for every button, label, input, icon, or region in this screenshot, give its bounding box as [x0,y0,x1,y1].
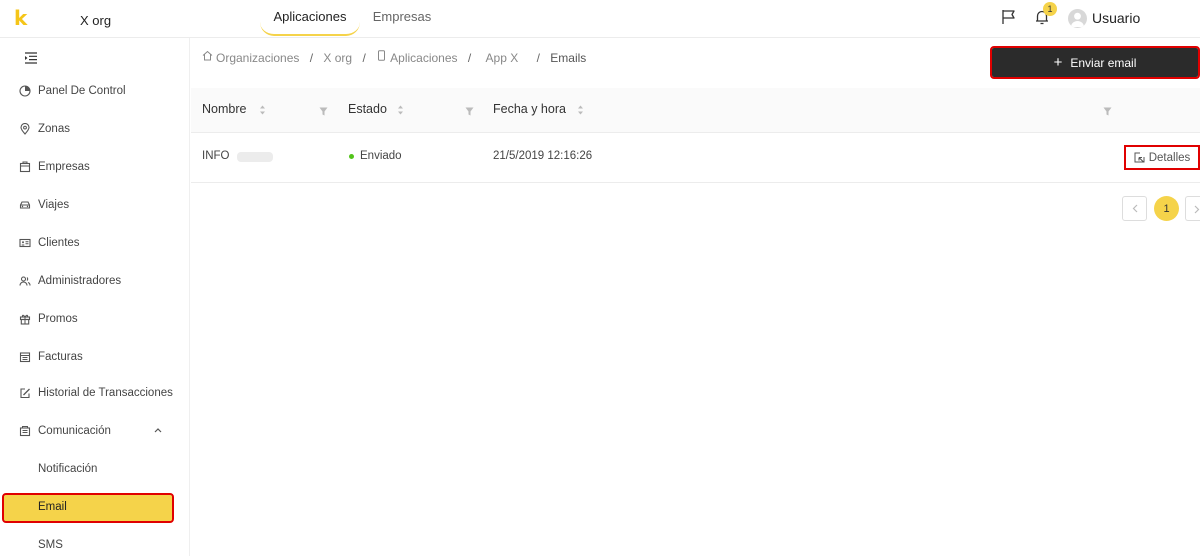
column-header-fecha-y-hora[interactable]: Fecha y hora [493,102,566,116]
breadcrumb: Organizaciones / X org / Aplicaciones / … [202,50,586,65]
sidebar-subitem-email[interactable]: Email [2,493,174,523]
send-email-button[interactable]: + Enviar email [990,46,1200,79]
sidebar-item-label: Historial de Transacciones [38,387,173,399]
sidebar-item-label: Clientes [38,237,80,249]
sort-icon[interactable] [259,104,266,116]
sidebar-subitem-label: Notificación [38,463,98,475]
breadcrumb-separator: / [362,50,366,65]
breadcrumb-item-emails: Emails [550,50,587,65]
sidebar-item-zonas[interactable]: Zonas [0,118,190,142]
status-dot [349,154,354,159]
filter-icon[interactable] [465,107,474,116]
sidebar-item-label: Zonas [38,123,70,135]
sidebar-subitem-sms[interactable]: SMS [0,534,190,556]
breadcrumb-item-organizaciones[interactable]: Organizaciones [216,51,299,65]
cell-name: INFO [202,150,230,162]
sort-icon[interactable] [577,104,584,116]
org-name: X org [80,13,112,28]
sidebar-item-label: Viajes [38,199,70,211]
sidebar-item-facturas[interactable]: Facturas [0,346,190,370]
sidebar-item-label: Administradores [38,275,122,287]
chevron-up-icon[interactable] [154,427,162,433]
sidebar-item-label: Empresas [38,161,90,173]
user-avatar-icon [1071,12,1084,27]
avatar[interactable] [1068,9,1087,28]
sidebar-item-label: Promos [38,313,78,325]
gift-icon [19,314,31,325]
home-icon [202,50,213,61]
pagination-page-1[interactable]: 1 [1154,196,1179,221]
sidebar-item-panel-de-control[interactable]: Panel De Control [0,80,190,104]
chevron-right-icon [1194,205,1200,214]
pagination-prev-button[interactable] [1122,196,1147,221]
sidebar-item-label: Panel De Control [38,85,126,97]
cell-status: Enviado [360,150,402,162]
send-email-label: Enviar email [1070,55,1137,70]
sidebar-item-empresas[interactable]: Empresas [0,156,190,180]
user-name[interactable]: Usuario [1092,10,1140,26]
filter-icon[interactable] [319,107,328,116]
flag-icon[interactable] [1000,8,1018,26]
column-header-nombre[interactable]: Nombre [202,102,246,116]
breadcrumb-item-org[interactable]: X org [323,51,352,65]
redacted-text [237,152,273,162]
sidebar-item-viajes[interactable]: Viajes [0,194,190,218]
building-icon [19,161,31,173]
cell-datetime: 21/5/2019 12:16:26 [493,150,593,162]
sidebar-subitem-label: SMS [38,539,63,551]
breadcrumb-separator: / [309,50,314,65]
sidebar-item-promos[interactable]: Promos [0,308,190,332]
tab-empresas[interactable]: Empresas [362,0,442,36]
logo[interactable]: k [14,8,27,28]
plus-icon: + [1053,53,1063,71]
tab-aplicaciones[interactable]: Aplicaciones [260,0,360,36]
dashboard-icon [19,85,31,97]
details-icon [1134,152,1145,163]
sidebar-item-administradores[interactable]: Administradores [0,270,190,294]
table-row: INFO Enviado 21/5/2019 12:16:26 Detalles [191,133,1200,183]
sidebar-subitem-label: Email [38,501,67,513]
users-icon [19,276,31,286]
sidebar: Panel De Control Zonas Empresas Viajes C… [0,38,190,556]
edit-icon [20,388,30,399]
sidebar-item-label: Facturas [38,351,83,363]
chevron-left-icon [1132,204,1137,213]
sidebar-item-label: Comunicación [38,425,111,437]
breadcrumb-separator: / [467,50,472,65]
sidebar-subitem-notificacion[interactable]: Notificación [0,458,190,482]
sort-icon[interactable] [397,104,404,116]
car-icon [19,201,31,209]
sidebar-item-historial-de-transacciones[interactable]: Historial de Transacciones [0,382,190,406]
column-header-estado[interactable]: Estado [348,102,387,116]
sidebar-item-clientes[interactable]: Clientes [0,232,190,256]
breadcrumb-separator: / [536,50,540,65]
table-header: Nombre Estado Fecha y hora [191,88,1200,133]
menu-fold-icon[interactable] [24,52,38,64]
location-icon [20,123,30,135]
details-button[interactable]: Detalles [1124,145,1200,170]
notification-badge: 1 [1043,2,1057,16]
pagination-next-button[interactable] [1185,196,1200,221]
invoice-icon [19,352,31,363]
details-label: Detalles [1148,151,1191,164]
top-bar: k X org Aplicaciones Empresas 1 Usuario [0,0,1200,38]
communication-icon [19,426,31,437]
id-card-icon [19,238,31,248]
breadcrumb-item-aplicaciones[interactable]: Aplicaciones [390,51,457,65]
breadcrumb-item-app[interactable]: App X [486,51,519,65]
sidebar-item-comunicacion[interactable]: Comunicación [0,420,190,444]
mobile-icon [378,50,386,61]
filter-icon[interactable] [1103,107,1112,116]
